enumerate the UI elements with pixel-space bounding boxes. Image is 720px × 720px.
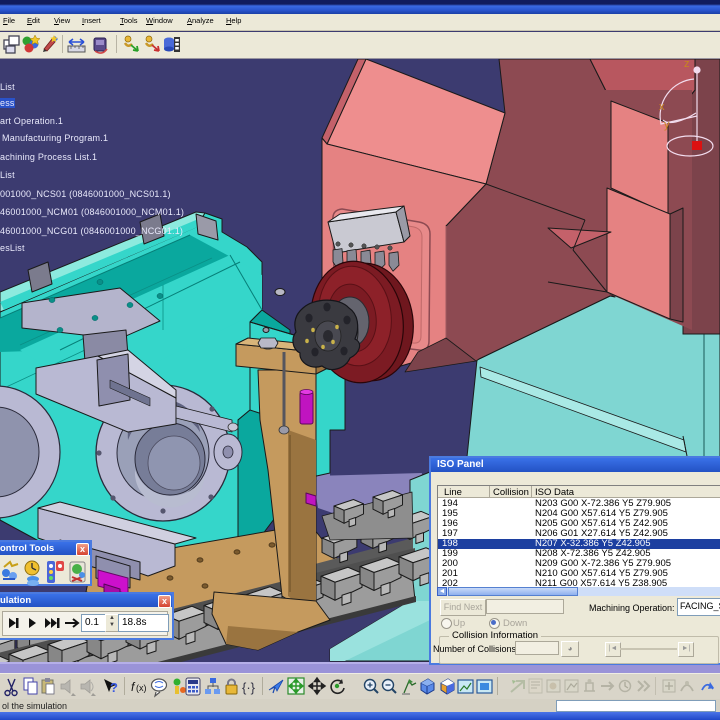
- svg-text:z: z: [684, 59, 690, 70]
- svg-text:y: y: [664, 119, 670, 131]
- svg-text:(x): (x): [136, 683, 147, 693]
- svg-text:{·}: {·}: [242, 680, 256, 695]
- svg-text:x: x: [659, 101, 665, 113]
- svg-text:?: ?: [110, 680, 118, 695]
